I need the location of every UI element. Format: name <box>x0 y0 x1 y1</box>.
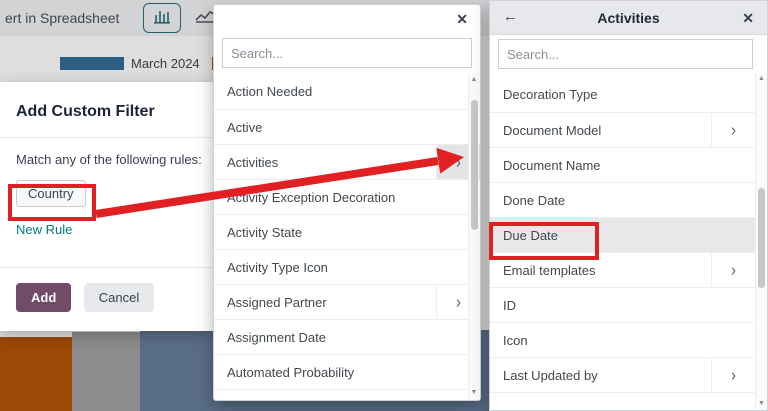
submenu-list: Decoration Type Document Model › Documen… <box>490 77 755 410</box>
list-item-due-date[interactable]: Due Date <box>490 217 755 252</box>
cancel-button[interactable]: Cancel <box>84 283 154 312</box>
list-item-last-updated-by[interactable]: Last Updated by › <box>490 357 755 392</box>
field-list: Action Needed Active Activities › Activi… <box>214 74 480 399</box>
screen: ert in Spreadsheet March 2024 Add Custom… <box>0 0 768 411</box>
field-search-input[interactable] <box>222 38 472 68</box>
list-item <box>490 392 755 410</box>
match-rules-text: Match any of the following rules: <box>16 152 213 167</box>
expand-document-model-button[interactable]: › <box>711 113 755 147</box>
chevron-right-icon: › <box>456 153 461 170</box>
submenu-scrollbar[interactable]: ▲ ▼ <box>755 73 767 410</box>
scroll-up-icon[interactable]: ▲ <box>469 74 479 86</box>
list-item-activities[interactable]: Activities › <box>214 144 480 179</box>
dialog-footer: Add Cancel <box>0 267 213 331</box>
add-custom-filter-dialog: Add Custom Filter Match any of the follo… <box>0 82 213 331</box>
list-item[interactable]: Activity State <box>214 214 480 249</box>
chevron-right-icon: › <box>731 121 736 138</box>
add-button[interactable]: Add <box>16 283 71 312</box>
list-item[interactable]: Automated Probability <box>214 354 480 389</box>
close-icon[interactable]: ✕ <box>742 11 754 25</box>
expand-email-templates-button[interactable]: › <box>711 253 755 287</box>
list-item-email-templates[interactable]: Email templates › <box>490 252 755 287</box>
submenu-search-input[interactable] <box>498 39 753 69</box>
list-item[interactable]: Assignment Date <box>214 319 480 354</box>
list-item[interactable]: Document Name <box>490 147 755 182</box>
list-item-assigned-partner[interactable]: Assigned Partner › <box>214 284 480 319</box>
list-item[interactable]: ID <box>490 287 755 322</box>
scrollbar-thumb[interactable] <box>471 100 478 230</box>
list-item[interactable]: Decoration Type <box>490 77 755 112</box>
list-item[interactable]: Active <box>214 109 480 144</box>
list-item[interactable]: Activity Type Icon <box>214 249 480 284</box>
new-rule-link[interactable]: New Rule <box>16 222 213 237</box>
list-item[interactable]: Blacklist <box>214 389 480 399</box>
scroll-down-icon[interactable]: ▼ <box>756 398 767 410</box>
scrollbar-thumb[interactable] <box>758 188 765 288</box>
submenu-title: Activities <box>597 10 659 26</box>
list-item[interactable]: Activity Exception Decoration <box>214 179 480 214</box>
list-item[interactable]: Action Needed <box>214 74 480 109</box>
list-item[interactable]: Icon <box>490 322 755 357</box>
chevron-right-icon: › <box>731 366 736 383</box>
scroll-down-icon[interactable]: ▼ <box>469 387 479 399</box>
back-icon[interactable]: ← <box>503 9 518 24</box>
field-selector-country[interactable]: Country <box>16 180 86 207</box>
expand-last-updated-by-button[interactable]: › <box>711 358 755 392</box>
field-list-scrollbar[interactable]: ▲ ▼ <box>468 74 479 399</box>
scroll-up-icon[interactable]: ▲ <box>756 73 767 85</box>
list-item-document-model[interactable]: Document Model › <box>490 112 755 147</box>
list-item[interactable]: Done Date <box>490 182 755 217</box>
submenu-header: ← Activities ✕ <box>490 1 767 35</box>
chevron-right-icon: › <box>456 293 461 310</box>
activities-submenu: ← Activities ✕ Decoration Type Document … <box>489 0 768 411</box>
close-icon[interactable]: ✕ <box>456 12 468 26</box>
field-selector-menu: ✕ Action Needed Active Activities › Acti… <box>213 4 481 401</box>
dialog-title: Add Custom Filter <box>0 82 213 138</box>
chevron-right-icon: › <box>731 261 736 278</box>
